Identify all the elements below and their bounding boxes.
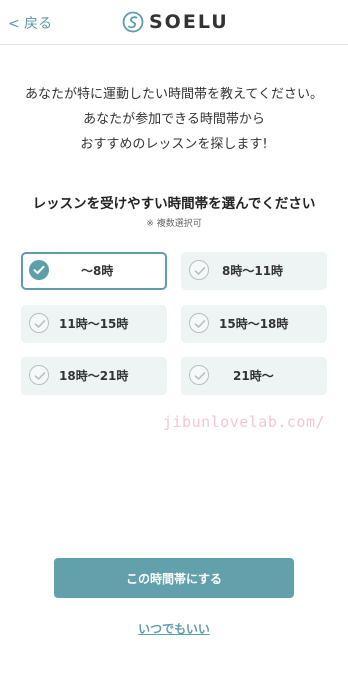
time-option-label: 21時〜	[233, 369, 274, 383]
watermark: jibunlovelab.com/	[163, 413, 326, 431]
time-option-0-8[interactable]: 〜8時	[21, 252, 167, 290]
intro-line: あなたが特に運動したい時間帯を教えてください。	[25, 87, 323, 102]
logo: SOELU	[122, 9, 229, 35]
check-circle-icon	[29, 313, 49, 333]
section-title: レッスンを受けやすい時間帯を選んでください	[32, 196, 316, 212]
time-option-label: 〜8時	[81, 264, 114, 278]
intro-line: おすすめのレッスンを探します!	[80, 137, 268, 152]
time-option-15-18[interactable]: 15時〜18時	[181, 305, 327, 343]
back-link[interactable]: < 戻る	[8, 13, 52, 33]
time-option-21[interactable]: 21時〜	[181, 357, 327, 395]
header: < 戻る SOELU	[0, 0, 348, 45]
time-option-label: 18時〜21時	[59, 369, 129, 383]
check-circle-icon	[189, 365, 209, 385]
intro-line: あなたが参加できる時間帯から	[83, 112, 265, 127]
check-circle-icon	[29, 365, 49, 385]
logo-text: SOELU	[149, 11, 229, 33]
multi-select-note: ※ 複数選択可	[146, 219, 202, 229]
time-option-18-21[interactable]: 18時〜21時	[21, 357, 167, 395]
time-option-11-15[interactable]: 11時〜15時	[21, 305, 167, 343]
check-circle-icon	[189, 260, 209, 280]
submit-button[interactable]: この時間帯にする	[54, 558, 294, 598]
check-circle-icon	[29, 260, 49, 280]
soelu-logo-icon	[122, 11, 144, 33]
check-circle-icon	[189, 313, 209, 333]
intro-text: あなたが特に運動したい時間帯を教えてください。 あなたが参加できる時間帯から お…	[0, 82, 348, 157]
time-option-8-11[interactable]: 8時〜11時	[181, 252, 327, 290]
time-option-label: 11時〜15時	[59, 317, 129, 331]
skip-link[interactable]: いつでもいい	[0, 620, 348, 637]
time-option-label: 15時〜18時	[219, 317, 289, 331]
time-option-label: 8時〜11時	[222, 264, 284, 278]
